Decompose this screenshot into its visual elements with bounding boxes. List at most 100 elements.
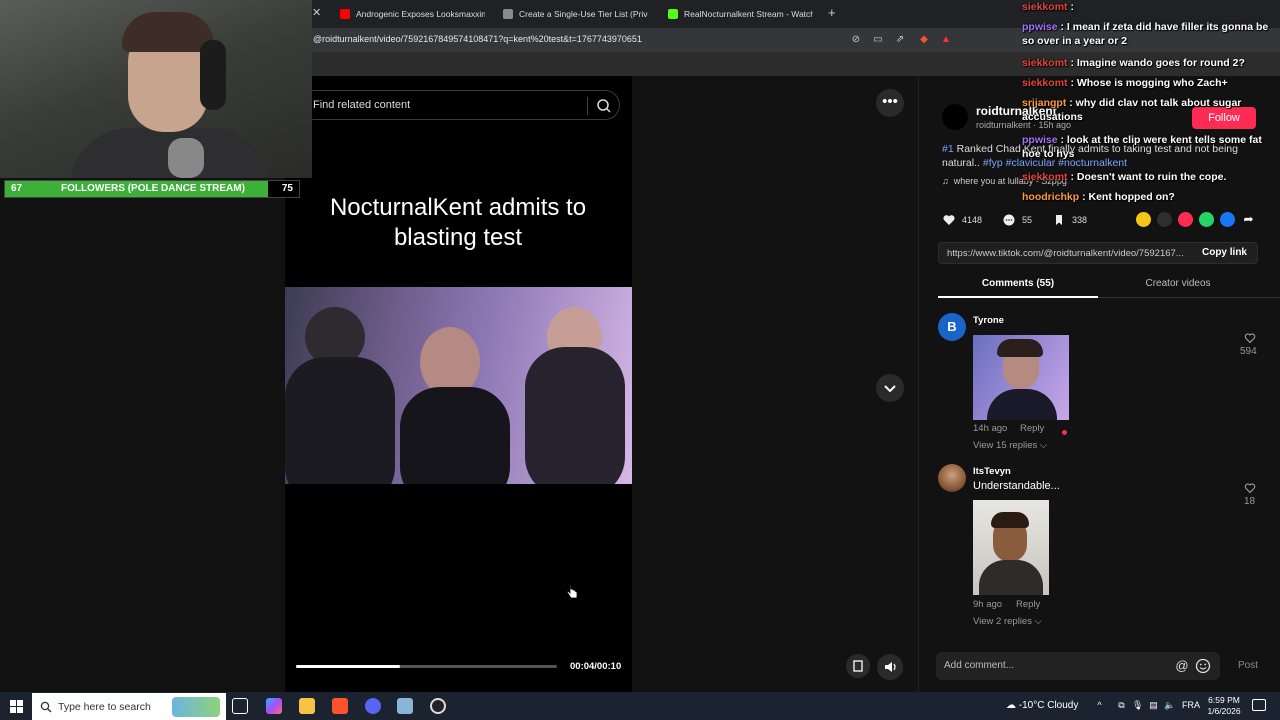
- send-icon[interactable]: [1178, 212, 1193, 227]
- chat-username[interactable]: hoodrichkp: [1022, 191, 1079, 203]
- chat-username[interactable]: ppwise: [1022, 21, 1058, 33]
- chevron-up-icon[interactable]: ^: [1094, 700, 1105, 711]
- comment-icon[interactable]: [1002, 213, 1016, 227]
- chat-username[interactable]: siekkomt: [1022, 171, 1068, 183]
- brave-browser-icon[interactable]: [332, 698, 348, 714]
- chat-username[interactable]: siekkomt: [1022, 1, 1068, 13]
- weather-widget[interactable]: ☁ -10°C Cloudy: [1006, 700, 1078, 711]
- forward-share-icon[interactable]: ➦: [1241, 212, 1256, 227]
- language-indicator[interactable]: FRA: [1182, 700, 1200, 710]
- comment-username[interactable]: Tyrone: [973, 315, 1004, 326]
- share-link[interactable]: https://www.tiktok.com/@roidturnalkent/v…: [947, 248, 1191, 259]
- notification-dot: [1062, 430, 1067, 435]
- heart-outline-icon[interactable]: [1244, 332, 1256, 344]
- facebook-icon[interactable]: [1220, 212, 1235, 227]
- discord-icon[interactable]: [365, 698, 381, 714]
- emoji-icon[interactable]: [1195, 658, 1211, 674]
- tab-creator-videos[interactable]: Creator videos: [1098, 278, 1258, 289]
- comment-time: 14h ago: [973, 423, 1008, 434]
- reply-button[interactable]: Reply: [1020, 423, 1044, 434]
- search-divider: [587, 97, 588, 115]
- coin-icon[interactable]: [1136, 212, 1151, 227]
- tab-close-icon[interactable]: ✕: [312, 6, 321, 19]
- rewards-icon[interactable]: ▲: [939, 33, 953, 47]
- share-icon[interactable]: ⇗: [893, 33, 907, 47]
- taskbar-search[interactable]: Type here to search: [32, 693, 226, 720]
- post-button[interactable]: Post: [1238, 660, 1258, 671]
- comment-image-body: [987, 389, 1057, 420]
- more-options-button[interactable]: •••: [876, 89, 904, 117]
- search-input[interactable]: Find related content: [313, 99, 410, 111]
- tab-label: Androgenic Exposes Looksmaxxing!: [356, 9, 485, 19]
- tab-comments[interactable]: Comments (55): [938, 278, 1098, 289]
- task-view-icon[interactable]: [232, 698, 248, 714]
- brave-shield-icon[interactable]: ◆: [917, 33, 931, 47]
- chat-text: :: [1067, 1, 1074, 13]
- comment-image[interactable]: [973, 335, 1069, 420]
- view-replies-button[interactable]: View 2 replies ⌵: [973, 616, 1042, 627]
- chat-message: srijangpt : why did clav not talk about …: [1022, 96, 1280, 124]
- view-replies-button[interactable]: View 15 replies ⌵: [973, 440, 1047, 451]
- comment-input[interactable]: Add comment... @: [936, 652, 1220, 680]
- search-bar[interactable]: Find related content: [300, 90, 620, 120]
- view-replies-label: View 15 replies: [973, 440, 1038, 451]
- cast-icon[interactable]: ▭: [871, 33, 885, 47]
- video-progress-bar[interactable]: [296, 665, 557, 668]
- bookmark-icon[interactable]: [1052, 213, 1066, 227]
- copy-link-button[interactable]: Copy link: [1202, 247, 1247, 258]
- follower-goal-current: 67: [11, 183, 23, 194]
- network-icon[interactable]: ⧉: [1116, 700, 1127, 711]
- creator-avatar[interactable]: [942, 104, 968, 130]
- chat-username[interactable]: siekkomt: [1022, 77, 1068, 89]
- browser-tab[interactable]: Create a Single-Use Tier List (Private: [503, 4, 648, 24]
- taskbar-clock[interactable]: 6:59 PM 1/6/2026: [1206, 695, 1242, 717]
- comment-image-hair: [997, 339, 1043, 357]
- comment-image-body: [979, 560, 1043, 595]
- app-icon[interactable]: [397, 698, 413, 714]
- copilot-icon[interactable]: [266, 698, 282, 714]
- tab-label: RealNocturnalkent Stream - Watch Li: [684, 9, 813, 19]
- heart-outline-icon[interactable]: [1244, 482, 1256, 494]
- picture-in-picture-icon[interactable]: [846, 654, 870, 678]
- chat-username[interactable]: siekkomt: [1022, 57, 1068, 69]
- new-tab-icon[interactable]: +: [828, 5, 836, 20]
- whatsapp-icon[interactable]: [1199, 212, 1214, 227]
- comment-likes: 18: [1244, 496, 1256, 507]
- comment-text: Understandable...: [973, 480, 1060, 492]
- share-icons: ➦: [1136, 212, 1256, 227]
- volume-icon[interactable]: [877, 654, 903, 680]
- taskbar-search-input[interactable]: Type here to search: [58, 701, 151, 713]
- caption-rank-tag[interactable]: #1: [942, 143, 954, 155]
- notification-icon[interactable]: [1252, 699, 1266, 711]
- comment-image[interactable]: [973, 500, 1049, 595]
- chat-text: : look at the clip were kent tells some …: [1022, 134, 1262, 160]
- chat-message: siekkomt : Doesn't want to ruin the cope…: [1022, 170, 1280, 184]
- file-explorer-icon[interactable]: [299, 698, 315, 714]
- reply-button[interactable]: Reply: [1016, 599, 1040, 610]
- chat-username[interactable]: ppwise: [1022, 134, 1058, 146]
- chevron-down-icon[interactable]: [876, 374, 904, 402]
- comment-username[interactable]: ItsTevyn: [973, 466, 1011, 477]
- clock-date: 1/6/2026: [1207, 706, 1241, 716]
- obs-icon[interactable]: [430, 698, 446, 714]
- embed-icon[interactable]: [1157, 212, 1172, 227]
- comment-likes: 594: [1240, 346, 1257, 357]
- url-field[interactable]: @roidturnalkent/video/759216784957410847…: [313, 34, 642, 44]
- no-translate-icon[interactable]: ⊘: [849, 33, 863, 47]
- avatar[interactable]: [938, 464, 966, 492]
- chat-message: hoodrichkp : Kent hopped on?: [1022, 190, 1280, 204]
- heart-icon[interactable]: [942, 213, 956, 227]
- search-icon[interactable]: [593, 95, 615, 117]
- avatar[interactable]: B: [938, 313, 966, 341]
- mention-icon[interactable]: @: [1174, 658, 1190, 674]
- speaker-icon[interactable]: 🔈: [1164, 700, 1175, 711]
- person-left-body: [285, 357, 395, 484]
- chat-username[interactable]: srijangpt: [1022, 97, 1066, 109]
- wifi-icon[interactable]: ▤: [1148, 700, 1159, 711]
- browser-tab[interactable]: RealNocturnalkent Stream - Watch Li: [668, 4, 813, 24]
- video-frame: [285, 287, 632, 484]
- windows-start-icon[interactable]: [10, 700, 23, 713]
- browser-tab[interactable]: Androgenic Exposes Looksmaxxing!: [340, 4, 485, 24]
- mic-icon[interactable]: 🎙: [1132, 700, 1143, 711]
- comments-count: 55: [1022, 215, 1033, 225]
